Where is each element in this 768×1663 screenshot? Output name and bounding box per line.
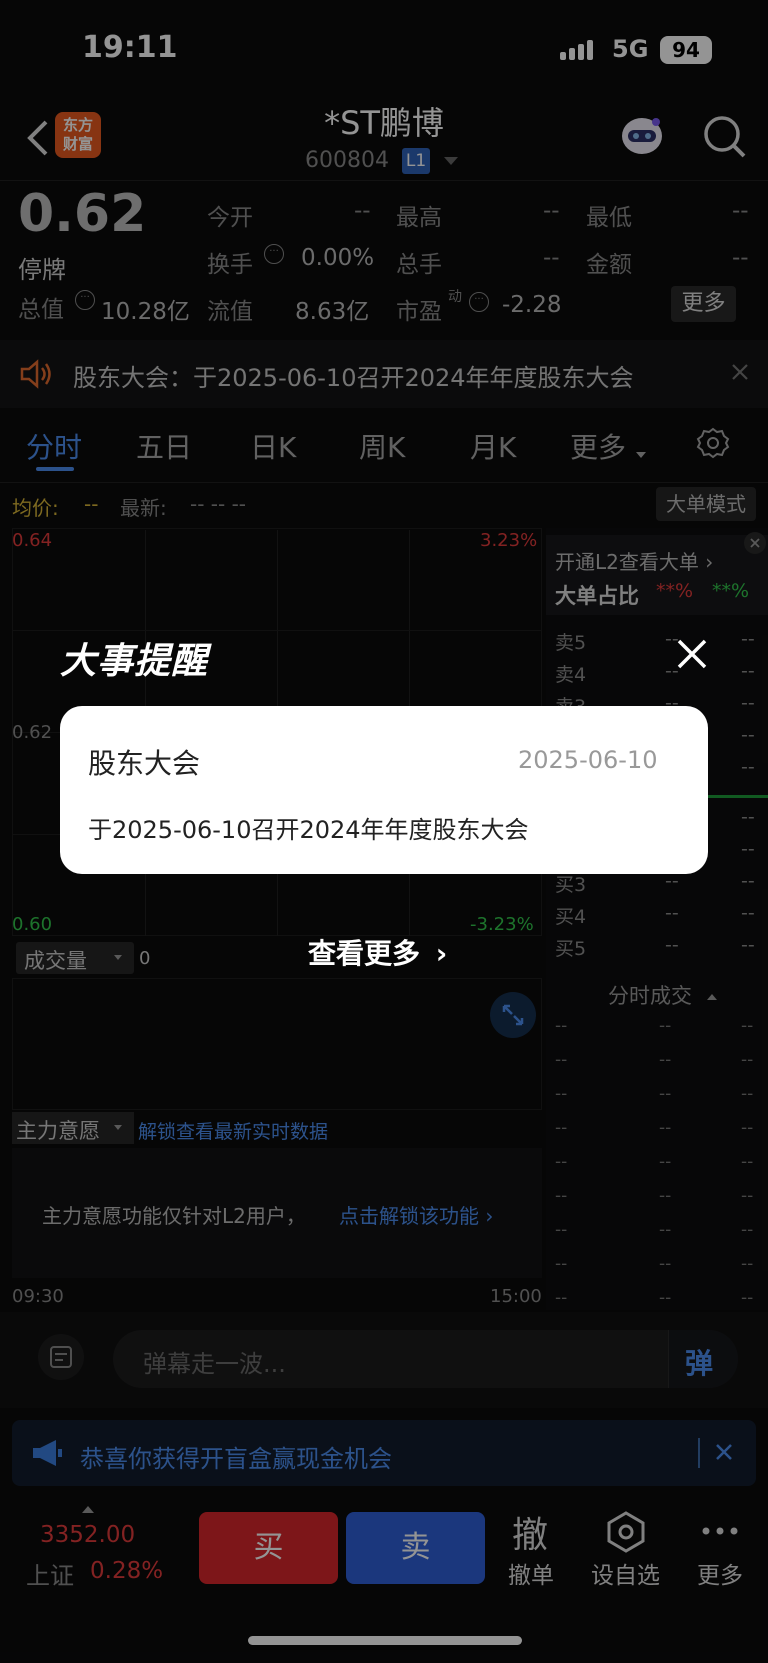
event-card[interactable]: 股东大会 2025-06-10 于2025-06-10召开2024年年度股东大会 xyxy=(60,706,708,874)
event-card-date: 2025-06-10 xyxy=(518,746,658,774)
see-more-label: 查看更多 xyxy=(308,937,421,970)
event-card-title: 股东大会 xyxy=(88,747,201,780)
modal-title: 大事提醒 xyxy=(60,641,209,682)
see-more-button[interactable]: 查看更多 › xyxy=(308,932,447,972)
chevron-right-icon: › xyxy=(435,937,448,970)
event-card-text: 于2025-06-10召开2024年年度股东大会 xyxy=(88,816,529,844)
modal-close-icon[interactable] xyxy=(674,636,710,672)
